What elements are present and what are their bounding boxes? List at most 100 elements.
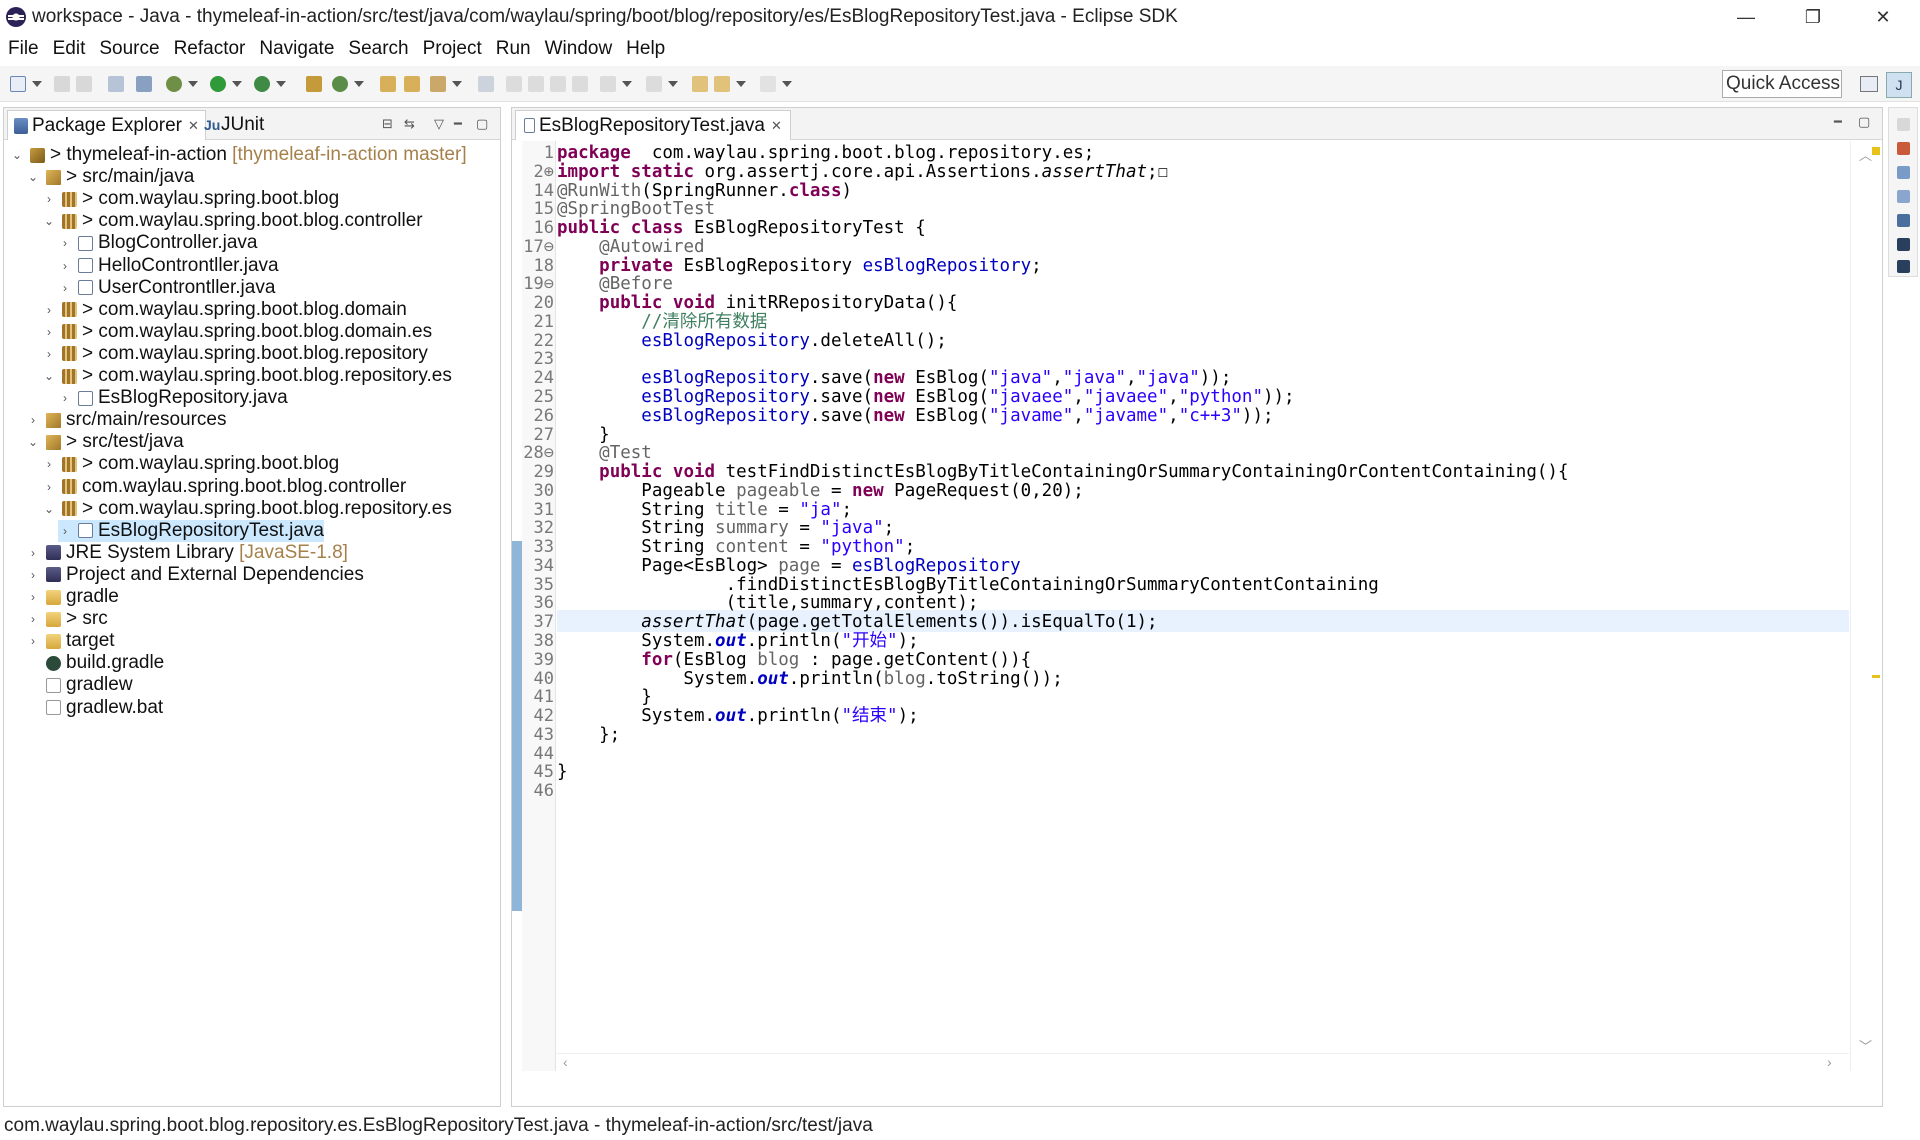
tree-item[interactable]: › src/main/resources (26, 409, 227, 431)
expand-chevron-icon[interactable]: › (26, 634, 40, 648)
code-line[interactable]: } (557, 761, 568, 784)
menu-window[interactable]: Window (545, 38, 613, 60)
expand-chevron-icon[interactable]: › (42, 457, 56, 471)
new-class-icon[interactable] (332, 76, 348, 92)
prev-annotation-dropdown-icon[interactable] (668, 81, 678, 87)
menu-project[interactable]: Project (423, 38, 482, 60)
collapse-chevron-icon[interactable]: ⌄ (10, 148, 24, 162)
expand-chevron-icon[interactable]: › (58, 524, 72, 538)
coverage-icon[interactable] (254, 76, 270, 92)
scroll-left-icon[interactable]: ‹ (563, 1054, 568, 1070)
overview-warning-marker[interactable] (1872, 147, 1880, 155)
tree-item[interactable]: › com.waylau.spring.boot.blog.controller (42, 476, 406, 498)
tab-esblogrepositorytest[interactable]: EsBlogRepositoryTest.java ✕ (515, 110, 791, 140)
horizontal-scrollbar[interactable]: ‹ › (557, 1053, 1849, 1073)
expand-chevron-icon[interactable]: › (26, 546, 40, 560)
scroll-up-icon[interactable]: ︿ (1859, 145, 1872, 164)
tree-item[interactable]: › BlogController.java (58, 232, 257, 254)
tree-item[interactable]: › > com.waylau.spring.boot.blog.repositor… (42, 343, 428, 365)
view-menu-icon[interactable]: ▽ (434, 116, 444, 132)
search-icon[interactable] (430, 76, 446, 92)
tree-item[interactable]: gradlew (26, 674, 133, 696)
tree-item[interactable]: gradlew.bat (26, 697, 163, 719)
tree-item[interactable]: › gradle (26, 586, 119, 608)
tree-item[interactable]: ⌄ > com.waylau.spring.boot.blog.repositor… (42, 365, 452, 387)
tree-item[interactable]: ⌄ > src/main/java (26, 166, 194, 188)
close-tab-icon[interactable]: ✕ (188, 118, 199, 134)
run-icon[interactable] (210, 76, 226, 92)
tree-item[interactable]: › UserControntller.java (58, 277, 275, 299)
expand-chevron-icon[interactable]: › (42, 480, 56, 494)
new-icon[interactable] (10, 76, 26, 92)
expand-chevron-icon[interactable]: › (26, 612, 40, 626)
menu-navigate[interactable]: Navigate (259, 38, 334, 60)
toggle-mark-icon[interactable] (478, 76, 494, 92)
code-area[interactable]: 1 package com.waylau.spring.boot.blog.rep… (512, 141, 1882, 1073)
prev-annotation-icon[interactable] (646, 76, 662, 92)
expand-chevron-icon[interactable]: › (58, 281, 72, 295)
search-dropdown-icon[interactable] (452, 81, 462, 87)
forward-icon[interactable] (760, 76, 776, 92)
next-annotation-dropdown-icon[interactable] (622, 81, 632, 87)
close-button[interactable]: ✕ (1855, 0, 1911, 34)
quick-access-input[interactable]: Quick Access (1722, 70, 1842, 98)
expand-chevron-icon[interactable]: › (26, 568, 40, 582)
tree-item[interactable]: build.gradle (26, 652, 164, 674)
expand-chevron-icon[interactable]: › (42, 192, 56, 206)
javadoc-icon[interactable] (1897, 214, 1910, 227)
show-source-icon[interactable] (572, 76, 588, 92)
minimize-view-icon[interactable]: ━ (454, 116, 462, 132)
tree-item[interactable]: ⌄ > com.waylau.spring.boot.blog.controlle… (42, 210, 423, 232)
save-all-icon[interactable] (76, 76, 92, 92)
tree-item[interactable]: › HelloControntller.java (58, 255, 279, 277)
restore-button[interactable]: ❐ (1785, 0, 1841, 34)
expand-chevron-icon[interactable]: › (42, 347, 56, 361)
tree-item[interactable]: › > com.waylau.spring.boot.blog.domain.es (42, 321, 432, 343)
declaration-icon[interactable] (1897, 238, 1910, 251)
maximize-editor-icon[interactable]: ▢ (1858, 114, 1870, 130)
problems-icon[interactable] (1897, 190, 1910, 203)
menu-source[interactable]: Source (99, 38, 159, 60)
menu-search[interactable]: Search (348, 38, 408, 60)
code-line[interactable]: esBlogRepository.save(new EsBlog("javame… (557, 405, 1273, 428)
forward-dropdown-icon[interactable] (782, 81, 792, 87)
minimize-editor-icon[interactable]: ━ (1834, 114, 1842, 130)
maximize-view-icon[interactable]: ▢ (476, 116, 488, 132)
tree-item[interactable]: › > com.waylau.spring.boot.blog (42, 188, 339, 210)
tree-item[interactable]: › target (26, 630, 115, 652)
tree-item[interactable]: ⌄ > com.waylau.spring.boot.blog.repositor… (42, 498, 452, 520)
tree-item[interactable]: › EsBlogRepository.java (58, 387, 288, 409)
code-line[interactable]: }; (557, 724, 620, 747)
expand-chevron-icon[interactable]: › (26, 590, 40, 604)
expand-chevron-icon[interactable]: › (42, 303, 56, 317)
menu-help[interactable]: Help (626, 38, 665, 60)
run-dropdown-icon[interactable] (232, 81, 242, 87)
minimize-button[interactable]: — (1718, 0, 1774, 34)
scroll-down-icon[interactable]: ﹀ (1859, 1036, 1872, 1055)
collapse-chevron-icon[interactable]: ⌄ (42, 369, 56, 383)
new-dropdown-icon[interactable] (32, 81, 42, 87)
tree-item[interactable]: › EsBlogRepositoryTest.java (58, 519, 324, 542)
tree-item[interactable]: ⌄ > thymeleaf-in-action [thymeleaf-in-act… (10, 144, 467, 166)
back-dropdown-icon[interactable] (736, 81, 746, 87)
new-class-dropdown-icon[interactable] (354, 81, 364, 87)
last-edit-icon[interactable] (692, 76, 708, 92)
debug-icon[interactable] (166, 76, 182, 92)
expand-chevron-icon[interactable]: › (42, 325, 56, 339)
menu-edit[interactable]: Edit (53, 38, 86, 60)
expand-chevron-icon[interactable]: › (58, 236, 72, 250)
console-icon[interactable] (1897, 260, 1910, 273)
open-console-icon[interactable] (108, 76, 124, 92)
save-icon[interactable] (54, 76, 70, 92)
java-perspective-icon[interactable]: J (1886, 72, 1912, 98)
new-java-project-icon[interactable] (306, 76, 322, 92)
menu-file[interactable]: File (8, 38, 39, 60)
collapse-chevron-icon[interactable]: ⌄ (42, 502, 56, 516)
menu-run[interactable]: Run (496, 38, 531, 60)
debug-dropdown-icon[interactable] (188, 81, 198, 87)
expand-chevron-icon[interactable]: › (58, 391, 72, 405)
overview-occurrence-marker[interactable] (1872, 675, 1880, 678)
close-tab-icon[interactable]: ✕ (771, 118, 782, 134)
task-list-icon[interactable] (1897, 142, 1910, 155)
tree-item[interactable]: › > com.waylau.spring.boot.blog (42, 453, 339, 475)
